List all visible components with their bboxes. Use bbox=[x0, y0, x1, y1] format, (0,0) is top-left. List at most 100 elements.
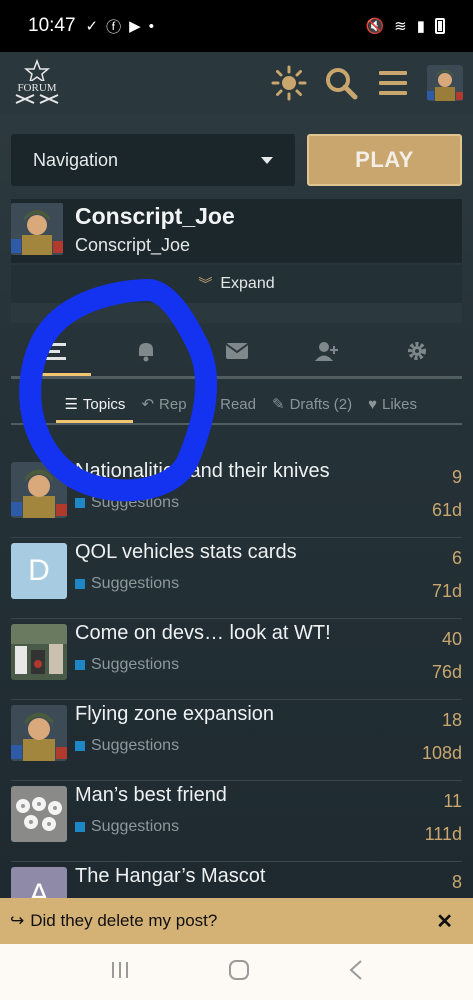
search-icon[interactable] bbox=[323, 65, 359, 101]
add-user-icon bbox=[314, 340, 340, 367]
subtab-label: Rep bbox=[159, 395, 187, 413]
topic-author-avatar[interactable] bbox=[11, 624, 67, 680]
download-done-icon: ✓ bbox=[85, 18, 99, 35]
back-icon[interactable] bbox=[348, 959, 364, 986]
subtab-label: Drafts (2) bbox=[289, 395, 353, 413]
topic-category[interactable]: Suggestions bbox=[75, 737, 406, 755]
close-icon[interactable]: ✕ bbox=[426, 909, 463, 934]
topic-author-avatar[interactable] bbox=[11, 462, 67, 518]
tab-gear[interactable] bbox=[372, 330, 462, 376]
topic-row[interactable]: D QOL vehicles stats cards Suggestions 6 71d bbox=[0, 538, 473, 619]
profile-band bbox=[11, 303, 462, 323]
profile-username: Conscript_Joe bbox=[75, 235, 191, 255]
topic-age[interactable]: 108d bbox=[406, 743, 462, 764]
tab-envelope[interactable] bbox=[191, 330, 281, 376]
category-label: Suggestions bbox=[91, 494, 180, 511]
profile-tabs bbox=[11, 330, 462, 376]
category-label: Suggestions bbox=[91, 818, 180, 835]
site-header: FORUM bbox=[0, 52, 473, 114]
play-button[interactable]: PLAY bbox=[307, 134, 462, 186]
category-color-badge bbox=[75, 498, 85, 508]
list-icon: ☰ bbox=[64, 396, 78, 413]
topic-row[interactable]: Come on devs… look at WT! Suggestions 40 76… bbox=[0, 619, 473, 700]
subtab-likes[interactable]: ♥ Likes bbox=[360, 385, 425, 423]
topic-age[interactable]: 71d bbox=[406, 581, 462, 602]
forum-logo[interactable]: FORUM bbox=[10, 59, 64, 107]
category-color-badge bbox=[75, 741, 85, 751]
category-color-badge bbox=[75, 579, 85, 589]
topic-toast[interactable]: ↪ Did they delete my post? ✕ bbox=[0, 898, 473, 944]
topic-title[interactable]: Man’s best friend bbox=[75, 784, 406, 807]
tabs-divider bbox=[11, 376, 462, 379]
navigation-label: Navigation bbox=[33, 149, 119, 170]
topic-author-avatar[interactable] bbox=[11, 786, 67, 842]
topic-title[interactable]: Flying zone expansion bbox=[75, 703, 406, 726]
topic-author-avatar[interactable]: D bbox=[11, 543, 67, 599]
battery-icon bbox=[435, 18, 445, 34]
profile-avatar[interactable] bbox=[11, 203, 63, 255]
topic-title[interactable]: Come on devs… look at WT! bbox=[75, 622, 406, 645]
subtabs-divider bbox=[11, 423, 462, 425]
topic-category[interactable]: Suggestions bbox=[75, 818, 406, 836]
logo-text: FORUM bbox=[17, 82, 56, 94]
topic-row[interactable]: Flying zone expansion Suggestions 18 108d bbox=[0, 700, 473, 781]
recent-apps-icon[interactable] bbox=[109, 960, 131, 985]
topic-row[interactable]: AThe Hangar’s MascotSuggestions8 bbox=[0, 862, 473, 898]
topic-age[interactable]: 61d bbox=[406, 500, 462, 521]
expand-button[interactable]: ︾ Expand bbox=[11, 265, 462, 303]
topic-category[interactable]: Suggestions bbox=[75, 494, 406, 512]
category-label: Suggestions bbox=[91, 656, 180, 673]
user-profile-card: Conscript_Joe Conscript_Joe bbox=[11, 199, 462, 263]
navigation-dropdown[interactable]: Navigation bbox=[11, 134, 295, 186]
home-icon[interactable] bbox=[228, 959, 250, 986]
reply-count: 9 bbox=[451, 467, 462, 487]
youtube-icon: ▶ bbox=[129, 18, 141, 35]
mute-icon: 🔇 bbox=[365, 18, 385, 35]
hamburger-menu-icon[interactable] bbox=[375, 65, 411, 101]
pencil-icon: ✎ bbox=[271, 396, 285, 413]
topic-author-avatar[interactable] bbox=[11, 705, 67, 761]
topic-title[interactable]: QOL vehicles stats cards bbox=[75, 541, 406, 564]
reply-count: 18 bbox=[441, 710, 462, 730]
topic-age[interactable]: 76d bbox=[406, 662, 462, 683]
subtab-label: Read bbox=[220, 395, 256, 413]
category-color-badge bbox=[75, 822, 85, 832]
user-avatar[interactable] bbox=[427, 65, 463, 101]
topic-author-avatar[interactable]: A bbox=[11, 867, 67, 898]
signal-icon: ▮ bbox=[416, 18, 425, 35]
status-bar: 10:47 ✓ ⓕ ▶ • 🔇 ≋ ▮ bbox=[0, 0, 473, 52]
subtab-drafts[interactable]: ✎ Drafts (2) bbox=[264, 385, 360, 423]
expand-label: Expand bbox=[220, 275, 275, 292]
topic-category[interactable]: Suggestions bbox=[75, 656, 406, 674]
subtab-topics[interactable]: ☰ Topics bbox=[56, 385, 134, 423]
list-toggle-icon[interactable]: ☰ bbox=[11, 385, 56, 423]
dot-icon: • bbox=[148, 17, 154, 35]
topic-row[interactable]: Man’s best friend Suggestions 11 111d bbox=[0, 781, 473, 862]
category-label: Suggestions bbox=[91, 575, 180, 592]
subtab-read[interactable]: ↺ Read bbox=[195, 385, 264, 423]
system-nav-bar bbox=[0, 944, 473, 1000]
topic-age[interactable]: 111d bbox=[406, 824, 462, 845]
reply-count: 40 bbox=[441, 629, 462, 649]
profile-name: Conscript_Joe bbox=[75, 203, 235, 229]
topic-row[interactable]: Nationalities and their knives Suggestion… bbox=[0, 457, 473, 538]
caret-down-icon bbox=[261, 156, 273, 164]
topic-category[interactable]: Suggestions bbox=[75, 575, 406, 593]
gear-icon bbox=[406, 340, 428, 367]
category-label: Suggestions bbox=[91, 737, 180, 754]
tab-add-user[interactable] bbox=[282, 330, 372, 376]
wifi-icon: ≋ bbox=[394, 18, 407, 35]
sun-icon[interactable] bbox=[271, 65, 307, 101]
tab-bell[interactable] bbox=[101, 330, 191, 376]
heart-icon: ♥ bbox=[368, 395, 377, 413]
tab-list[interactable] bbox=[11, 330, 101, 376]
toast-message: Did they delete my post? bbox=[30, 911, 218, 930]
avatar-letter: A bbox=[28, 878, 49, 898]
subtab-rep[interactable]: ↶ Rep bbox=[133, 385, 194, 423]
topic-list: Nationalities and their knives Suggestion… bbox=[0, 457, 473, 898]
share-arrow-icon: ↪ bbox=[10, 911, 25, 930]
topic-title[interactable]: The Hangar’s Mascot bbox=[75, 865, 406, 888]
topic-title[interactable]: Nationalities and their knives bbox=[75, 460, 406, 483]
subtab-label: Likes bbox=[381, 395, 418, 413]
subtab-label: Topics bbox=[82, 395, 126, 413]
